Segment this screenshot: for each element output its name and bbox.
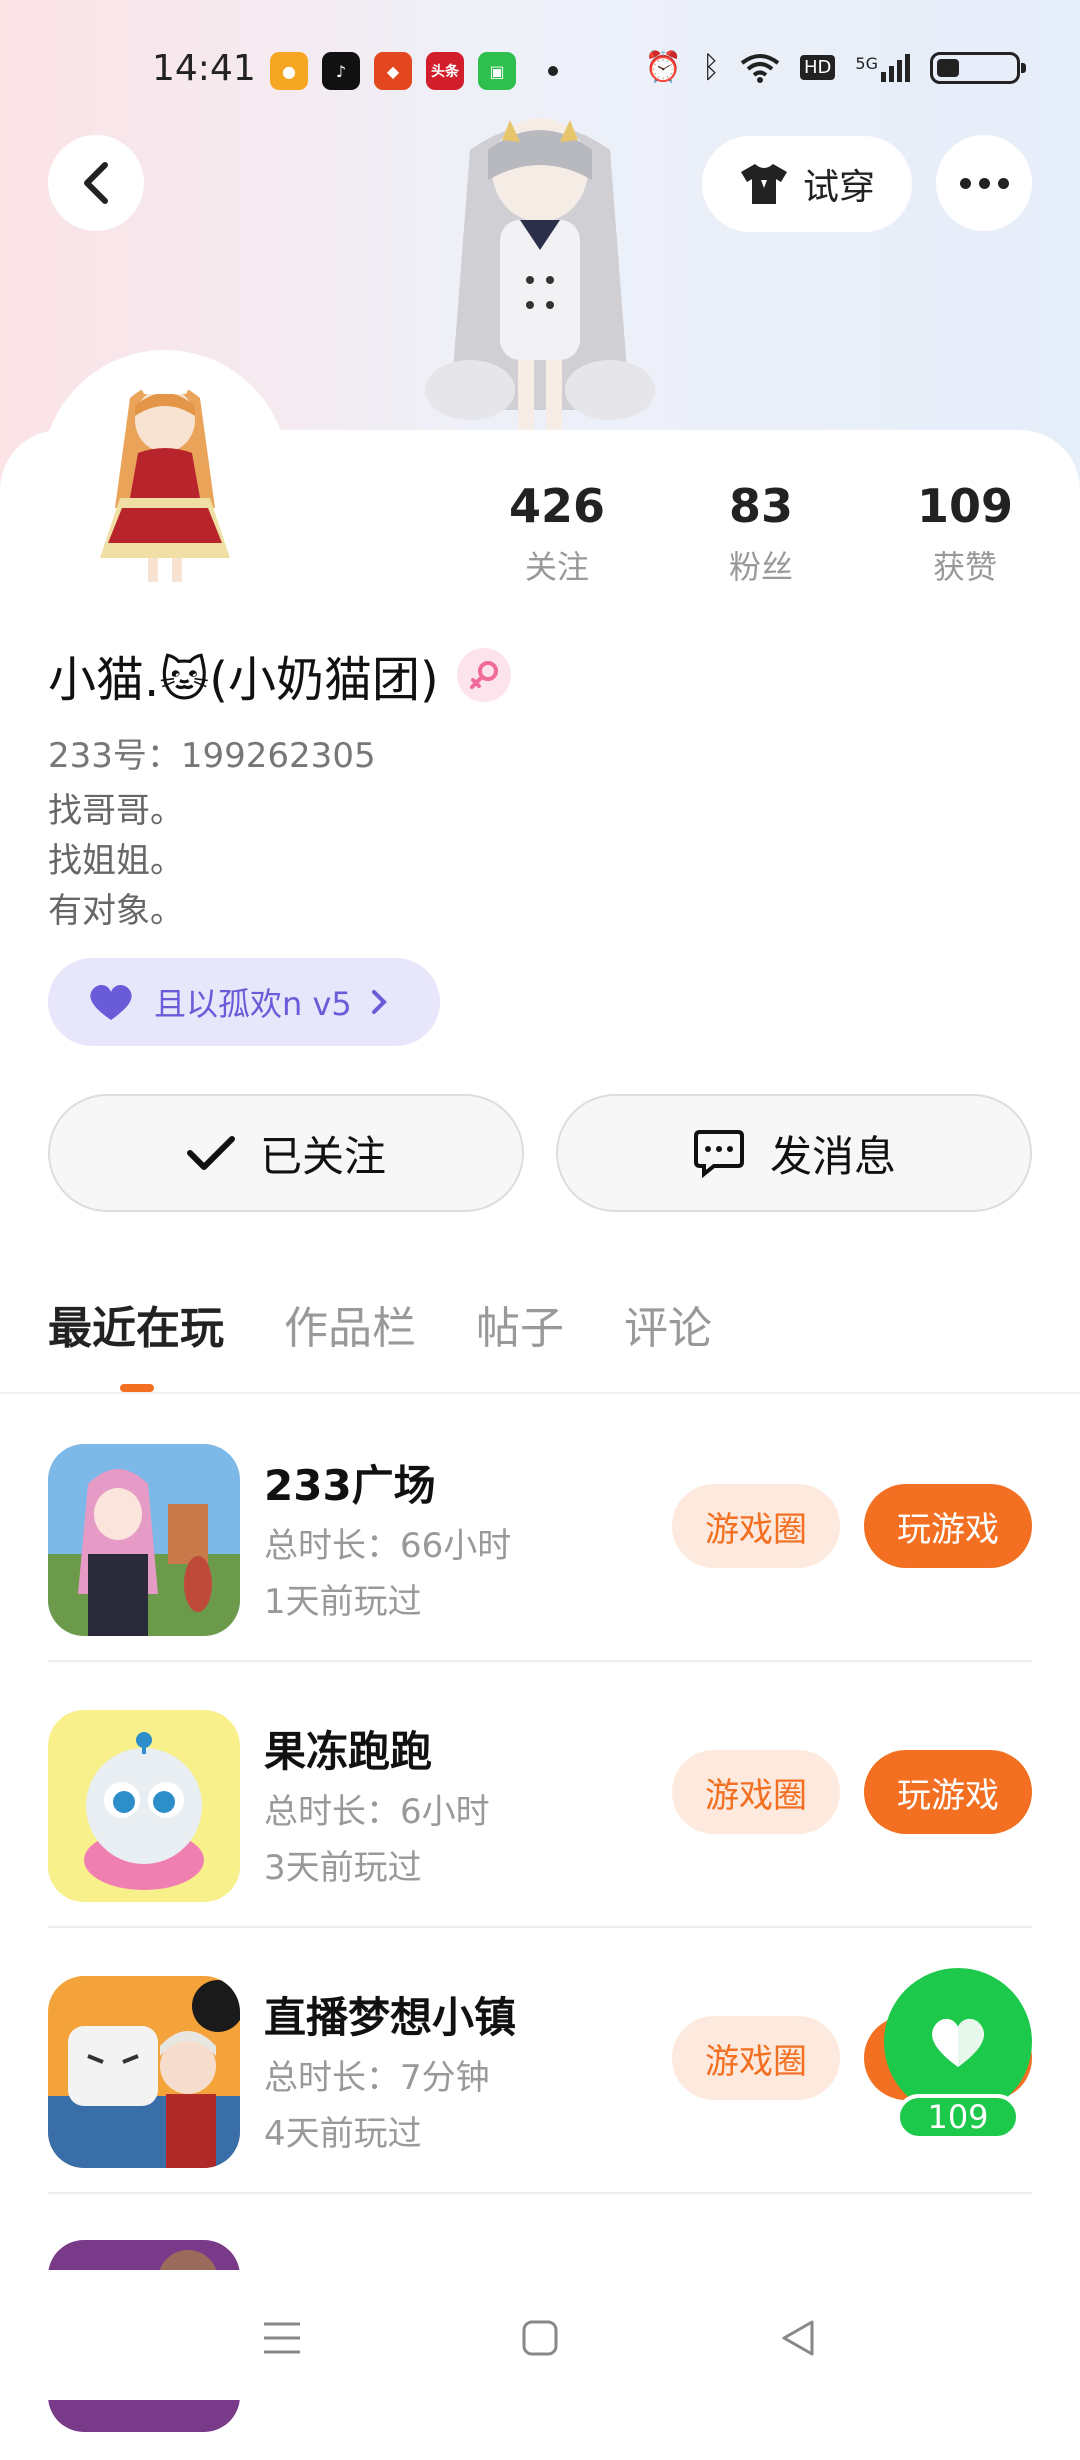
tab-works[interactable]: 作品栏 (284, 1292, 416, 1356)
messages-icon: ▣ (478, 52, 516, 90)
tab-posts[interactable]: 帖子 (476, 1292, 564, 1356)
weibo-icon: ● (270, 52, 308, 90)
back-triangle-icon (782, 2320, 814, 2356)
game-circle-button[interactable]: 游戏圈 (672, 2016, 840, 2100)
following-label: 关注 (524, 548, 589, 586)
list-item[interactable]: 果冻跑跑 总时长：6小时 3天前玩过 游戏圈 玩游戏 (0, 1662, 1080, 1928)
game-last-played: 4天前玩过 (264, 2114, 422, 2154)
try-on-button[interactable]: 试穿 (702, 136, 912, 232)
bluetooth-icon: ᛒ (702, 50, 721, 85)
more-dots-icon (959, 177, 971, 189)
bio-line: 找姐姐。 (48, 841, 184, 881)
followers-stat[interactable]: 83 粉丝 (686, 476, 836, 588)
followed-button[interactable]: 已关注 (48, 1094, 524, 1212)
list-item[interactable]: 233广场 总时长：66小时 1天前玩过 游戏圈 玩游戏 (0, 1396, 1080, 1662)
game-name: 直播梦想小镇 (264, 1993, 517, 2042)
more-notifications-dot (548, 66, 558, 76)
game-last-played: 3天前玩过 (264, 1848, 422, 1888)
followers-count: 83 (728, 479, 793, 533)
try-on-label: 试穿 (802, 167, 875, 208)
character-avatar-illustration (425, 118, 655, 430)
checkmark-icon (186, 1136, 235, 1170)
chevron-right-icon (371, 990, 387, 1014)
tiktok-icon: ♪ (322, 52, 360, 90)
game-icon (48, 1976, 240, 2168)
battery-icon (930, 51, 1026, 84)
username-row: 小猫.🐱(小奶猫团) (48, 640, 511, 710)
status-time: 14:41 (152, 48, 256, 89)
play-game-button[interactable]: 玩游戏 (864, 1484, 1032, 1568)
play-game-button[interactable]: 玩游戏 (864, 1750, 1032, 1834)
guild-chip[interactable]: 且以孤欢n v5 (48, 958, 440, 1046)
likes-stat[interactable]: 109 获赞 (890, 476, 1040, 588)
heart-icon (932, 2018, 984, 2067)
menu-icon (264, 2322, 300, 2354)
avatar-illustration (50, 358, 280, 588)
avatar[interactable] (50, 358, 280, 588)
like-count: 109 (896, 2094, 1020, 2140)
hd-icon: HD (800, 55, 836, 80)
notification-icons: ● ♪ ◆ 头条 ▣ (270, 52, 558, 90)
network-5g-icon: 5G (855, 53, 910, 82)
alarm-icon: ⏰ (644, 50, 683, 85)
game-duration: 总时长：66小时 (264, 1526, 512, 1566)
back-nav-button[interactable] (768, 2308, 828, 2368)
tab-comments[interactable]: 评论 (624, 1292, 712, 1356)
bio-line: 有对象。 (48, 891, 184, 931)
wifi-icon (740, 53, 780, 83)
following-count: 426 (508, 479, 606, 533)
back-button[interactable] (48, 135, 144, 231)
app-icon: ◆ (374, 52, 412, 90)
system-navigation-bar (0, 2270, 1080, 2400)
tshirt-icon (740, 164, 787, 204)
game-circle-button[interactable]: 游戏圈 (672, 1484, 840, 1568)
likes-label: 获赞 (932, 548, 997, 586)
game-last-played: 1天前玩过 (264, 1582, 422, 1622)
send-message-label: 发消息 (769, 1131, 896, 1181)
game-duration: 总时长：7分钟 (264, 2058, 490, 2098)
home-square-icon (522, 2320, 558, 2356)
heart-icon (90, 985, 132, 1020)
more-options-button[interactable] (936, 135, 1032, 231)
game-duration: 总时长：6小时 (264, 1792, 490, 1832)
tabs-divider (0, 1392, 1080, 1394)
guild-label: 且以孤欢n v5 (154, 985, 352, 1023)
home-button[interactable] (510, 2308, 570, 2368)
likes-count: 109 (916, 479, 1014, 533)
profile-tabs: 最近在玩 作品栏 帖子 评论 (48, 1292, 772, 1392)
following-stat[interactable]: 426 关注 (482, 476, 632, 588)
toutiao-icon: 头条 (426, 52, 464, 90)
followed-label: 已关注 (259, 1131, 386, 1181)
game-icon (48, 1444, 240, 1636)
game-icon (48, 1710, 240, 1902)
chevron-left-icon (84, 162, 108, 204)
game-circle-button[interactable]: 游戏圈 (672, 1750, 840, 1834)
send-message-button[interactable]: 发消息 (556, 1094, 1032, 1212)
game-name: 233广场 (264, 1461, 436, 1510)
tab-recently-played[interactable]: 最近在玩 (48, 1292, 224, 1356)
game-name: 果冻跑跑 (264, 1727, 433, 1776)
bio: 找哥哥。 找姐姐。 有对象。 (48, 786, 184, 936)
like-float-button[interactable]: 109 (884, 1968, 1032, 2140)
chat-bubble-icon (693, 1130, 744, 1178)
followers-label: 粉丝 (728, 548, 793, 586)
bio-line: 找哥哥。 (48, 791, 184, 831)
username: 小猫.🐱(小奶猫团) (48, 652, 439, 708)
menu-button[interactable] (252, 2308, 312, 2368)
user-id: 233号：199262305 (48, 736, 376, 776)
gender-female-icon (456, 648, 511, 702)
active-tab-indicator (120, 1384, 154, 1392)
system-icons: ⏰ ᛒ HD 5G (644, 50, 1026, 85)
